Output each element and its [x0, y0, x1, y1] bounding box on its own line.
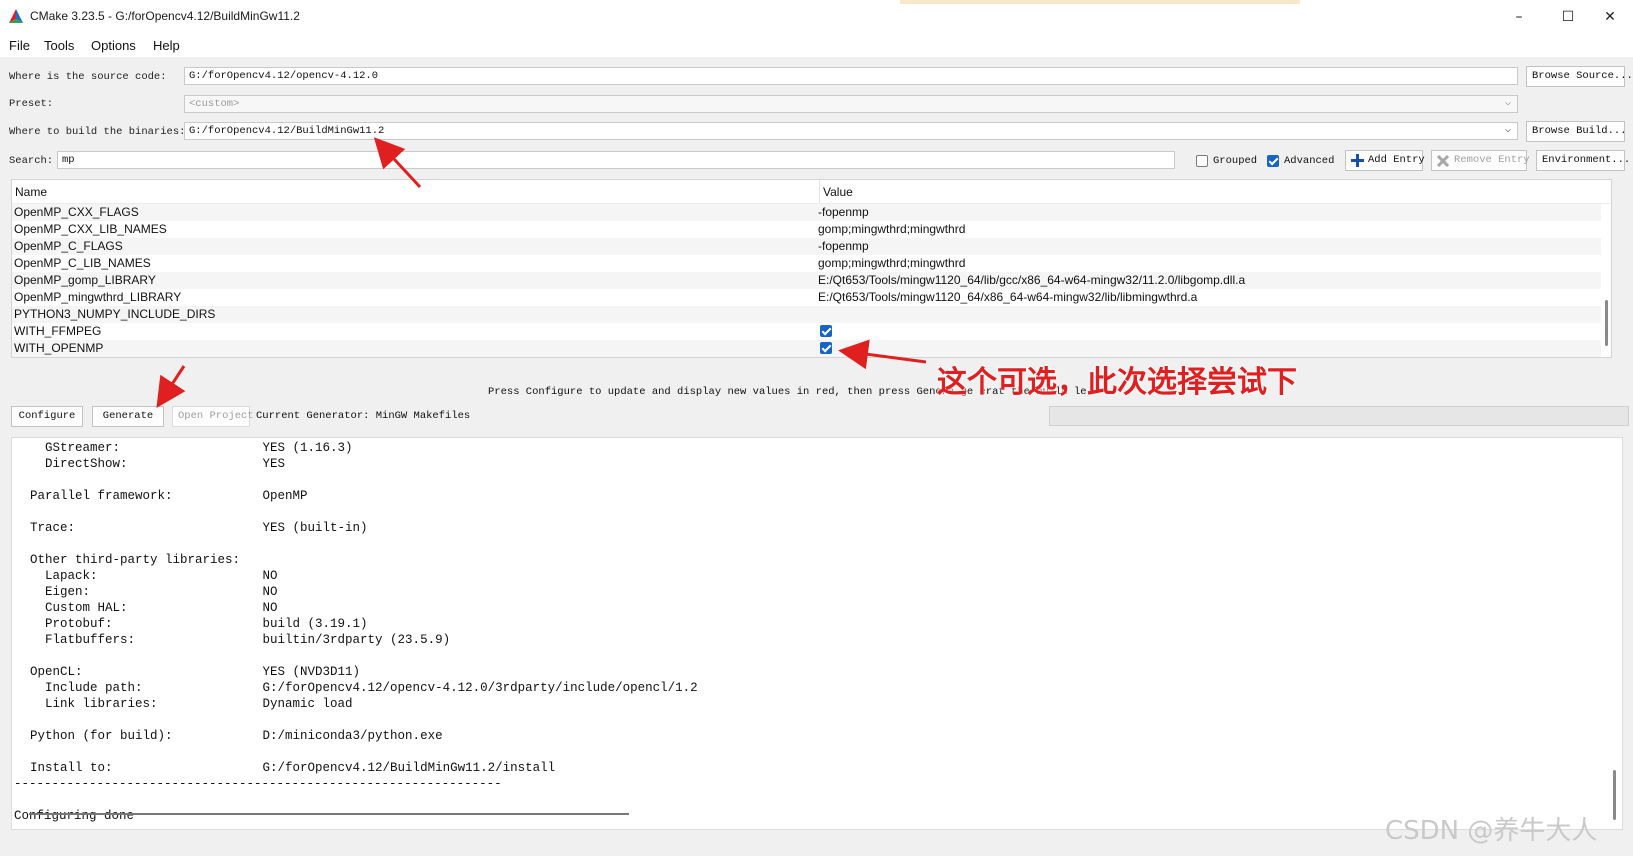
log-line: ----------------------------------------… — [14, 777, 502, 791]
remove-entry-label: Remove Entry — [1454, 154, 1530, 166]
log-line: Other third-party libraries: — [30, 553, 241, 567]
table-row[interactable]: OpenMP_gomp_LIBRARY E:/Qt653/Tools/mingw… — [12, 272, 1601, 289]
cell-name: PYTHON3_NUMPY_INCLUDE_DIRS — [14, 307, 216, 321]
log-line: Eigen: NO — [30, 585, 278, 599]
menu-tools[interactable]: Tools — [44, 38, 74, 53]
column-divider — [819, 180, 820, 203]
log-line: Custom HAL: NO — [30, 601, 278, 615]
column-header-name[interactable]: Name — [15, 185, 47, 199]
grouped-checkbox[interactable] — [1196, 155, 1208, 167]
log-line: Python (for build): D:/miniconda3/python… — [30, 729, 443, 743]
remove-entry-button[interactable]: Remove Entry — [1431, 150, 1530, 171]
with-openmp-checkbox[interactable] — [820, 342, 832, 354]
log-line: DirectShow: YES — [30, 457, 286, 471]
table-row[interactable]: WITH_OPENMP — [12, 340, 1601, 357]
table-row[interactable]: WITH_FFMPEG — [12, 323, 1601, 340]
cell-name: OpenMP_C_LIB_NAMES — [14, 256, 151, 270]
log-line: Configuring done — [14, 809, 135, 823]
log-line: GStreamer: YES (1.16.3) — [30, 441, 353, 455]
background-strip — [900, 0, 1300, 4]
search-input[interactable]: mp — [57, 151, 1175, 169]
cell-name: OpenMP_gomp_LIBRARY — [14, 273, 156, 287]
binaries-label: Where to build the binaries: — [9, 126, 186, 138]
log-line: Link libraries: Dynamic load — [30, 697, 353, 711]
log-line: Include path: G:/forOpencv4.12/opencv-4.… — [30, 681, 698, 695]
cell-value[interactable]: E:/Qt653/Tools/mingw1120_64/lib/gcc/x86_… — [818, 273, 1245, 287]
table-row[interactable]: PYTHON3_NUMPY_INCLUDE_DIRS — [12, 306, 1601, 323]
with-ffmpeg-checkbox[interactable] — [820, 325, 832, 337]
preset-value: <custom> — [189, 98, 240, 110]
minimize-button[interactable]: – — [1496, 0, 1542, 34]
window-title: CMake 3.23.5 - G:/forOpencv4.12/BuildMin… — [30, 9, 300, 23]
cell-name: OpenMP_CXX_FLAGS — [14, 205, 139, 219]
cell-value[interactable]: E:/Qt653/Tools/mingw1120_64/x86_64-w64-m… — [818, 290, 1197, 304]
table-row[interactable]: OpenMP_C_FLAGS -fopenmp — [12, 238, 1601, 255]
watermark: CSDN @养牛大人 — [1385, 816, 1598, 846]
annotation-text: 这个可选，此次选择尝试下 — [937, 365, 1297, 400]
close-button[interactable]: ✕ — [1587, 0, 1633, 34]
browse-build-button[interactable]: Browse Build... — [1526, 121, 1627, 142]
table-row[interactable]: OpenMP_C_LIB_NAMES gomp;mingwthrd;mingwt… — [12, 255, 1601, 272]
table-row[interactable]: OpenMP_mingwthrd_LIBRARY E:/Qt653/Tools/… — [12, 289, 1601, 306]
log-line: Lapack: NO — [30, 569, 278, 583]
current-generator-label: Current Generator: MinGW Makefiles — [256, 410, 471, 422]
advanced-label: Advanced — [1284, 155, 1335, 167]
log-line: Trace: YES (built-in) — [30, 521, 368, 535]
table-row[interactable]: OpenMP_CXX_FLAGS -fopenmp — [12, 204, 1601, 221]
binaries-value: G:/forOpencv4.12/BuildMinGw11.2 — [189, 125, 385, 137]
source-input[interactable]: G:/forOpencv4.12/opencv-4.12.0 — [184, 67, 1518, 85]
configure-button[interactable]: Configure — [11, 406, 83, 427]
output-vertical-scrollbar[interactable] — [1613, 770, 1616, 820]
chevron-down-icon: ⌵ — [1504, 98, 1511, 109]
maximize-button[interactable]: ☐ — [1545, 0, 1591, 34]
environment-button[interactable]: Environment... — [1536, 150, 1630, 171]
add-entry-label: Add Entry — [1368, 154, 1425, 166]
cell-name: OpenMP_CXX_LIB_NAMES — [14, 222, 167, 236]
open-project-button[interactable]: Open Project — [172, 406, 254, 427]
remove-icon — [1437, 155, 1449, 167]
chevron-down-icon: ⌵ — [1504, 125, 1511, 136]
preset-select[interactable]: <custom> ⌵ — [184, 95, 1518, 113]
binaries-input[interactable]: G:/forOpencv4.12/BuildMinGw11.2 ⌵ — [184, 122, 1518, 140]
cmake-logo-icon — [9, 9, 23, 23]
output-log[interactable]: GStreamer: YES (1.16.3) DirectShow: YES … — [11, 437, 1623, 830]
log-line: Install to: G:/forOpencv4.12/BuildMinGw1… — [30, 761, 556, 775]
cache-table: Name Value OpenMP_CXX_FLAGS -fopenmp Ope… — [11, 179, 1612, 358]
log-line: Parallel framework: OpenMP — [30, 489, 308, 503]
arrow-to-generate — [156, 365, 186, 409]
cell-name: OpenMP_C_FLAGS — [14, 239, 123, 253]
generate-button[interactable]: Generate — [92, 406, 164, 427]
plus-icon — [1351, 154, 1364, 167]
search-label: Search: — [9, 155, 54, 167]
advanced-checkbox[interactable] — [1267, 155, 1279, 167]
cell-value[interactable]: gomp;mingwthrd;mingwthrd — [818, 222, 965, 236]
menu-bar: File Tools Options Help — [0, 34, 1633, 57]
title-bar: CMake 3.23.5 - G:/forOpencv4.12/BuildMin… — [0, 0, 1633, 34]
cell-value[interactable]: -fopenmp — [818, 239, 869, 253]
cell-value[interactable]: gomp;mingwthrd;mingwthrd — [818, 256, 965, 270]
column-header-value[interactable]: Value — [823, 185, 853, 199]
cell-name: WITH_FFMPEG — [14, 324, 102, 338]
add-entry-button[interactable]: Add Entry — [1345, 150, 1425, 171]
progress-bar — [1049, 406, 1629, 426]
cell-name: WITH_OPENMP — [14, 341, 104, 355]
cell-value[interactable]: -fopenmp — [818, 205, 869, 219]
table-row[interactable]: OpenMP_CXX_LIB_NAMES gomp;mingwthrd;ming… — [12, 221, 1601, 238]
log-line: Protobuf: build (3.19.1) — [30, 617, 368, 631]
menu-help[interactable]: Help — [153, 38, 180, 53]
output-horizontal-scrollbar[interactable] — [29, 813, 629, 815]
log-line: Flatbuffers: builtin/3rdparty (23.5.9) — [30, 633, 451, 647]
menu-file[interactable]: File — [9, 38, 30, 53]
menu-options[interactable]: Options — [91, 38, 136, 53]
log-line: OpenCL: YES (NVD3D11) — [30, 665, 361, 679]
grouped-label: Grouped — [1213, 155, 1258, 167]
preset-label: Preset: — [9, 98, 54, 110]
table-scrollbar[interactable] — [1605, 300, 1608, 346]
source-label: Where is the source code: — [9, 71, 167, 83]
cell-name: OpenMP_mingwthrd_LIBRARY — [14, 290, 182, 304]
browse-source-button[interactable]: Browse Source... — [1526, 66, 1633, 87]
